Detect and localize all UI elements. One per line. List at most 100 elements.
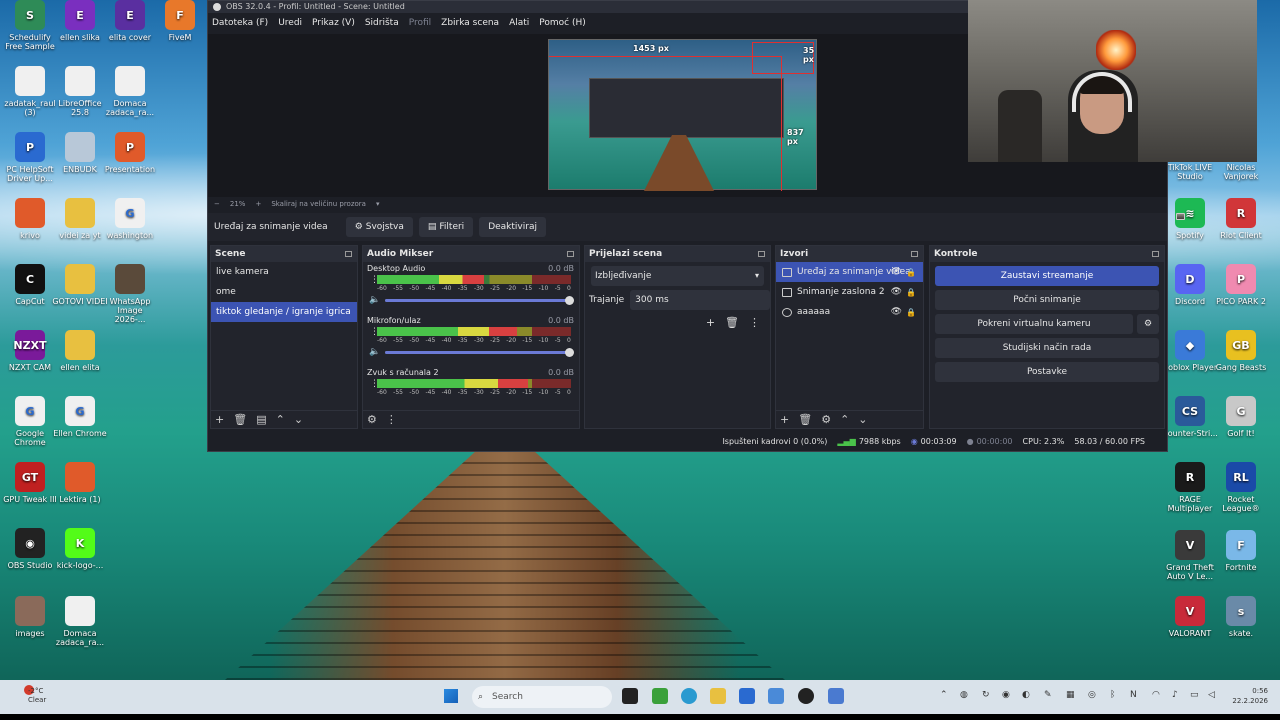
mic-icon[interactable]: ♪ xyxy=(1172,690,1178,700)
trash-icon[interactable]: 🗑 xyxy=(798,413,812,426)
tray-steam-icon[interactable]: ◐ xyxy=(1022,690,1030,700)
desktop-icon[interactable]: CS Counter-Stri... xyxy=(1162,396,1218,438)
more-icon[interactable]: ⋮ xyxy=(386,413,397,426)
desktop-icon[interactable]: NZXT NZXT CAM xyxy=(2,330,58,372)
desktop-icon[interactable]: R RAGE Multiplayer xyxy=(1162,462,1218,513)
chevron-down-icon[interactable]: ⌄ xyxy=(294,413,303,426)
source-item-selected[interactable]: Uređaj za snimanje videa 👁 🔒 xyxy=(776,262,923,282)
trash-icon[interactable]: 🗑 xyxy=(725,316,739,329)
eye-icon[interactable]: 👁 xyxy=(891,287,902,297)
speaker-icon[interactable]: 🔈 xyxy=(369,295,380,305)
eye-icon[interactable]: 👁 xyxy=(891,307,902,317)
stop-streaming-button[interactable]: Zaustavi streamanje xyxy=(935,266,1159,286)
filters-button[interactable]: ▤ Filteri xyxy=(418,217,474,237)
menu-profile[interactable]: Profil xyxy=(409,18,431,28)
file-explorer-icon[interactable] xyxy=(710,688,726,704)
desktop-icon[interactable]: Lektira (1) xyxy=(52,462,108,504)
chevron-up-icon[interactable]: ⌃ xyxy=(940,690,948,700)
add-source-icon[interactable]: + xyxy=(780,413,789,426)
menu-docks[interactable]: Sidrišta xyxy=(365,18,399,28)
scene-item[interactable]: ome xyxy=(211,282,357,302)
desktop-icon[interactable]: Domaca zadaca_ra... xyxy=(52,596,108,647)
lock-icon[interactable]: 🔒 xyxy=(906,288,916,297)
wifi-icon[interactable]: ◠ xyxy=(1152,690,1160,700)
speaker-icon[interactable]: 🔈 xyxy=(369,347,380,357)
weather-widget[interactable]: -2°C Clear xyxy=(28,687,46,705)
chevron-up-icon[interactable]: ⌃ xyxy=(840,413,849,426)
desktop-icon[interactable]: ≋ Spotify xyxy=(1162,198,1218,240)
tray-discord-icon[interactable]: ◎ xyxy=(1088,690,1096,700)
deactivate-button[interactable]: Deaktiviraj xyxy=(479,217,546,237)
tray-obs-icon[interactable]: ◉ xyxy=(1002,690,1010,700)
lock-icon[interactable]: 🔒 xyxy=(906,268,916,277)
windows-start-icon[interactable] xyxy=(444,689,458,703)
speaker-icon[interactable]: ◁ xyxy=(1208,690,1215,700)
desktop-icon[interactable]: krivo xyxy=(2,198,58,240)
scale-mode-select[interactable]: Skaliraj na veličinu prozora xyxy=(271,200,366,208)
zoom-out-button[interactable]: − xyxy=(214,200,220,208)
app-taskbar-icon[interactable] xyxy=(828,688,844,704)
desktop-icon[interactable]: R Riot Client xyxy=(1213,198,1269,240)
undock-icon[interactable] xyxy=(1152,251,1159,257)
source-item[interactable]: aaaaaa 👁 🔒 xyxy=(776,302,923,322)
desktop-icon[interactable]: GT GPU Tweak III xyxy=(2,462,58,504)
menu-file[interactable]: Datoteka (F) xyxy=(212,18,268,28)
desktop-icon[interactable]: RL Rocket League® xyxy=(1213,462,1269,513)
mail-icon[interactable] xyxy=(768,688,784,704)
obs-taskbar-icon[interactable] xyxy=(798,688,814,704)
desktop-icon[interactable]: C CapCut xyxy=(2,264,58,306)
tray-keyboard-icon[interactable]: ▦ xyxy=(1066,690,1075,700)
desktop-icon[interactable]: WhatsApp Image 2026-... xyxy=(102,264,158,324)
menu-view[interactable]: Prikaz (V) xyxy=(312,18,355,28)
bluetooth-icon[interactable]: ᛒ xyxy=(1110,690,1115,700)
source-item[interactable]: Snimanje zaslona 2 👁 🔒 xyxy=(776,282,923,302)
undock-icon[interactable] xyxy=(758,251,765,257)
store-icon[interactable] xyxy=(739,688,755,704)
desktop-icon[interactable]: zadatak_raul (3) xyxy=(2,66,58,117)
lock-icon[interactable]: 🔒 xyxy=(906,308,916,317)
zoom-in-button[interactable]: + xyxy=(255,200,261,208)
undock-icon[interactable] xyxy=(567,251,574,257)
tray-app-icon[interactable]: ◍ xyxy=(960,690,968,700)
chevron-down-icon[interactable]: ⌄ xyxy=(858,413,867,426)
add-scene-icon[interactable]: + xyxy=(215,413,224,426)
studio-mode-button[interactable]: Studijski način rada xyxy=(935,338,1159,358)
desktop-icon[interactable]: V VALORANT xyxy=(1162,596,1218,638)
add-icon[interactable]: + xyxy=(706,316,715,329)
desktop-icon[interactable]: Domaca zadaca_ra... xyxy=(102,66,158,117)
desktop-icon[interactable]: D Discord xyxy=(1162,264,1218,306)
duration-input[interactable]: 300 ms xyxy=(630,290,770,310)
desktop-icon[interactable]: ENBUDK xyxy=(52,132,108,174)
chevron-down-icon[interactable]: ▾ xyxy=(376,200,380,208)
taskbar-search[interactable]: ⌕ Search xyxy=(472,686,612,708)
settings-button[interactable]: Postavke xyxy=(935,362,1159,382)
desktop-icon[interactable]: GB Gang Beasts xyxy=(1213,330,1269,372)
desktop-icon[interactable]: ellen elita xyxy=(52,330,108,372)
volume-slider-knob[interactable] xyxy=(565,296,574,305)
desktop-icon[interactable]: P PICO PARK 2 xyxy=(1213,264,1269,306)
terminal-icon[interactable] xyxy=(622,688,638,704)
network-icon[interactable]: ▭ xyxy=(1190,690,1199,700)
virtual-camera-button[interactable]: Pokreni virtualnu kameru xyxy=(935,314,1133,334)
desktop-icon[interactable]: GOTOVI VIDEI xyxy=(52,264,108,306)
desktop-icon[interactable]: F FiveM xyxy=(152,0,208,42)
tray-pen-icon[interactable]: ✎ xyxy=(1044,690,1052,700)
trash-icon[interactable]: 🗑 xyxy=(233,413,247,426)
tray-sync-icon[interactable]: ↻ xyxy=(982,690,990,700)
volume-slider[interactable] xyxy=(385,348,574,357)
gear-icon[interactable]: ⚙ xyxy=(1137,314,1159,334)
tray-n-icon[interactable]: N xyxy=(1130,690,1137,700)
desktop-icon[interactable]: ◉ OBS Studio xyxy=(2,528,58,570)
desktop-icon[interactable]: Eellen slika xyxy=(52,0,108,42)
desktop-icon[interactable]: P PC HelpSoft Driver Up... xyxy=(2,132,58,183)
start-recording-button[interactable]: Počni snimanje xyxy=(935,290,1159,310)
volume-slider[interactable] xyxy=(385,296,574,305)
menu-scene-collection[interactable]: Zbirka scena xyxy=(441,18,499,28)
link-icon[interactable]: ⚙ xyxy=(367,413,377,426)
eye-icon[interactable]: 👁 xyxy=(891,267,902,277)
gear-icon[interactable]: ⚙ xyxy=(821,413,831,426)
desktop-icon[interactable]: F Fortnite xyxy=(1213,530,1269,572)
desktop-icon[interactable]: G Google Chrome xyxy=(2,396,58,447)
desktop-icon[interactable]: S Schedulify Free Sample xyxy=(2,0,58,51)
taskbar-clock[interactable]: 0:56 22.2.2026 xyxy=(1226,686,1268,706)
